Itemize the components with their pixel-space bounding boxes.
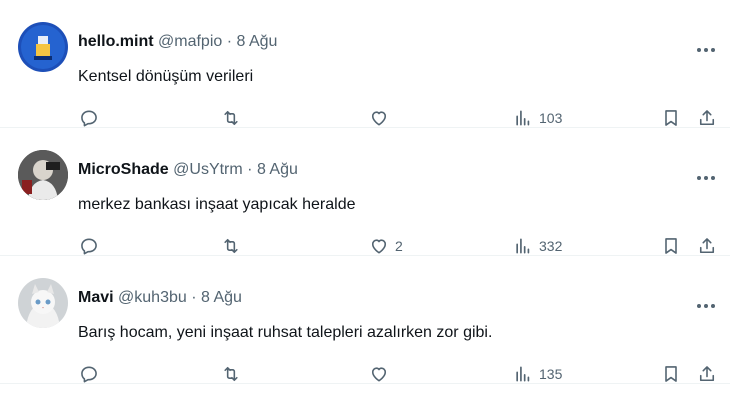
- share-button[interactable]: [697, 234, 717, 258]
- like-button[interactable]: [369, 362, 395, 386]
- more-icon[interactable]: [694, 296, 718, 316]
- view-count: 135: [539, 366, 563, 382]
- action-bar: 2 332: [0, 234, 730, 258]
- bookmark-icon: [665, 238, 677, 254]
- views-icon: [516, 110, 530, 126]
- tweet-text: Kentsel dönüşüm verileri: [78, 68, 254, 85]
- share-button[interactable]: [697, 106, 717, 130]
- views-button[interactable]: 135: [513, 362, 562, 386]
- tweet-text: merkez bankası inşaat yapıcak heralde: [78, 196, 356, 213]
- retweet-icon: [224, 366, 238, 382]
- timestamp[interactable]: 8 Ağu: [201, 289, 242, 306]
- views-button[interactable]: 103: [513, 106, 562, 130]
- view-count: 332: [539, 238, 563, 254]
- display-name[interactable]: hello.mint: [78, 33, 154, 50]
- like-icon: [371, 239, 387, 254]
- retweet-button[interactable]: [221, 106, 241, 130]
- like-icon: [371, 111, 387, 126]
- reply-icon: [81, 110, 97, 127]
- display-name[interactable]: MicroShade: [78, 161, 169, 178]
- retweet-icon: [224, 238, 238, 254]
- reply-button[interactable]: [79, 234, 99, 258]
- retweet-icon: [224, 110, 238, 126]
- like-button[interactable]: [369, 106, 395, 130]
- views-icon: [516, 238, 530, 254]
- avatar[interactable]: [18, 150, 68, 200]
- view-count: 103: [539, 110, 563, 126]
- tweet[interactable]: Mavi @kuh3bu · 8 Ağu Barış hocam, yeni i…: [0, 256, 730, 384]
- tweet[interactable]: MicroShade @UsYtrm · 8 Ağu merkez bankas…: [0, 128, 730, 256]
- reply-button[interactable]: [79, 106, 99, 130]
- share-button[interactable]: [697, 362, 717, 386]
- separator-dot: ·: [226, 33, 233, 50]
- reply-icon: [81, 366, 97, 383]
- tweet-header: MicroShade @UsYtrm · 8 Ağu: [78, 160, 298, 180]
- retweet-button[interactable]: [221, 362, 241, 386]
- more-icon[interactable]: [694, 168, 718, 188]
- bookmark-button[interactable]: [661, 234, 681, 258]
- bookmark-icon: [665, 110, 677, 126]
- tweet-text: Barış hocam, yeni inşaat ruhsat talepler…: [78, 324, 493, 341]
- handle[interactable]: @kuh3bu: [118, 289, 187, 306]
- timestamp[interactable]: 8 Ağu: [257, 161, 298, 178]
- handle[interactable]: @mafpio: [158, 33, 222, 50]
- share-icon: [699, 366, 715, 382]
- avatar[interactable]: [18, 278, 68, 328]
- bookmark-icon: [665, 366, 677, 382]
- like-count: 2: [395, 238, 403, 254]
- action-bar: 103: [0, 106, 730, 130]
- share-icon: [699, 110, 715, 126]
- separator-dot: ·: [247, 161, 253, 178]
- more-icon[interactable]: [694, 40, 718, 60]
- tweet-header: hello.mint @mafpio · 8 Ağu: [78, 32, 277, 52]
- retweet-button[interactable]: [221, 234, 241, 258]
- tweet[interactable]: hello.mint @mafpio · 8 Ağu Kentsel dönüş…: [0, 0, 730, 128]
- reply-button[interactable]: [79, 362, 99, 386]
- views-icon: [516, 366, 530, 382]
- display-name[interactable]: Mavi: [78, 289, 114, 306]
- views-button[interactable]: 332: [513, 234, 562, 258]
- like-button[interactable]: 2: [369, 234, 403, 258]
- bookmark-button[interactable]: [661, 106, 681, 130]
- reply-icon: [81, 238, 97, 255]
- tweet-header: Mavi @kuh3bu · 8 Ağu: [78, 288, 242, 308]
- action-bar: 135: [0, 362, 730, 386]
- share-icon: [699, 238, 715, 254]
- avatar[interactable]: [18, 22, 68, 72]
- separator-dot: ·: [191, 289, 197, 306]
- handle[interactable]: @UsYtrm: [173, 161, 243, 178]
- bookmark-button[interactable]: [661, 362, 681, 386]
- timestamp[interactable]: 8 Ağu: [237, 33, 278, 50]
- like-icon: [371, 367, 387, 382]
